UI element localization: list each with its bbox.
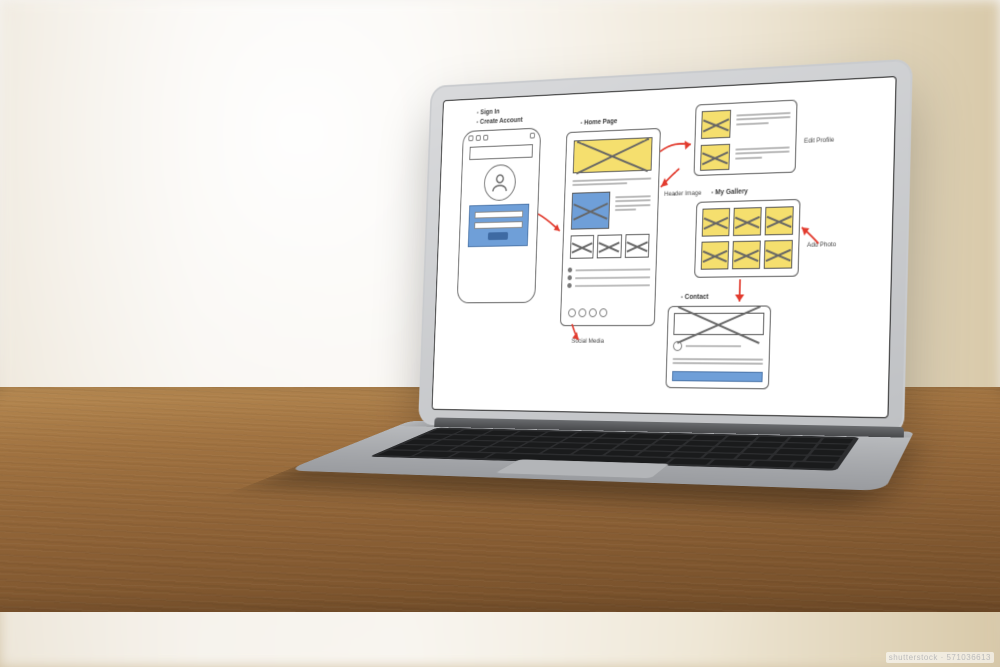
contact-frame — [665, 305, 771, 389]
annotation-social-media: Social Media — [571, 338, 604, 345]
laptop: - Sign In - Create Account - Home Page — [412, 57, 932, 606]
person-icon — [489, 171, 510, 195]
home-page-frame — [560, 128, 661, 326]
home-thumb — [570, 235, 594, 259]
label-edit-profile: Edit Profile — [804, 136, 834, 144]
flow-arrow-icon — [658, 136, 695, 157]
home-list — [567, 263, 650, 291]
stock-watermark: shutterstock · 571036613 — [886, 652, 994, 663]
annotation-header-image: Header Image — [664, 190, 701, 198]
label-signin: - Sign In — [477, 109, 500, 117]
edit-profile-frame — [694, 100, 798, 177]
gallery-grid — [701, 206, 794, 270]
social-icons[interactable] — [568, 308, 607, 317]
annotation-add-photo: Add Photo — [807, 241, 836, 249]
home-feature-image — [571, 192, 610, 230]
contact-submit-button[interactable] — [672, 371, 763, 382]
gallery-thumb — [702, 208, 730, 237]
trackpad — [494, 459, 671, 478]
phone-status-bar — [468, 133, 535, 144]
profile-image-2 — [700, 144, 730, 171]
signin-button[interactable] — [488, 232, 508, 240]
laptop-lid: - Sign In - Create Account - Home Page — [418, 59, 913, 436]
laptop-screen: - Sign In - Create Account - Home Page — [432, 76, 897, 418]
home-thumb — [625, 234, 650, 258]
username-field[interactable] — [475, 211, 524, 219]
gallery-thumb — [765, 206, 794, 235]
signin-phone-frame — [457, 128, 541, 304]
home-thumb-row — [570, 234, 650, 259]
login-form — [468, 204, 529, 247]
password-field[interactable] — [474, 221, 523, 229]
flow-arrow-icon — [657, 165, 683, 194]
flow-arrow-icon — [797, 223, 823, 250]
label-contact: - Contact — [681, 294, 709, 301]
gallery-frame — [694, 199, 800, 278]
gallery-thumb — [733, 207, 762, 236]
user-avatar-icon — [483, 164, 516, 201]
profile-image-1 — [701, 110, 731, 139]
phone-header-bar — [469, 144, 533, 160]
contact-avatar-icon — [673, 341, 682, 351]
home-hero-image — [573, 137, 653, 173]
gallery-thumb — [764, 240, 793, 269]
home-thumb — [597, 234, 622, 258]
flow-arrow-icon — [730, 277, 749, 306]
gallery-thumb — [732, 241, 761, 270]
contact-map — [673, 313, 764, 335]
label-my-gallery: - My Gallery — [711, 188, 748, 196]
flow-arrow-icon — [536, 209, 566, 239]
label-home-page: - Home Page — [580, 118, 617, 127]
gallery-thumb — [701, 241, 729, 270]
label-create-account: - Create Account — [476, 117, 522, 126]
